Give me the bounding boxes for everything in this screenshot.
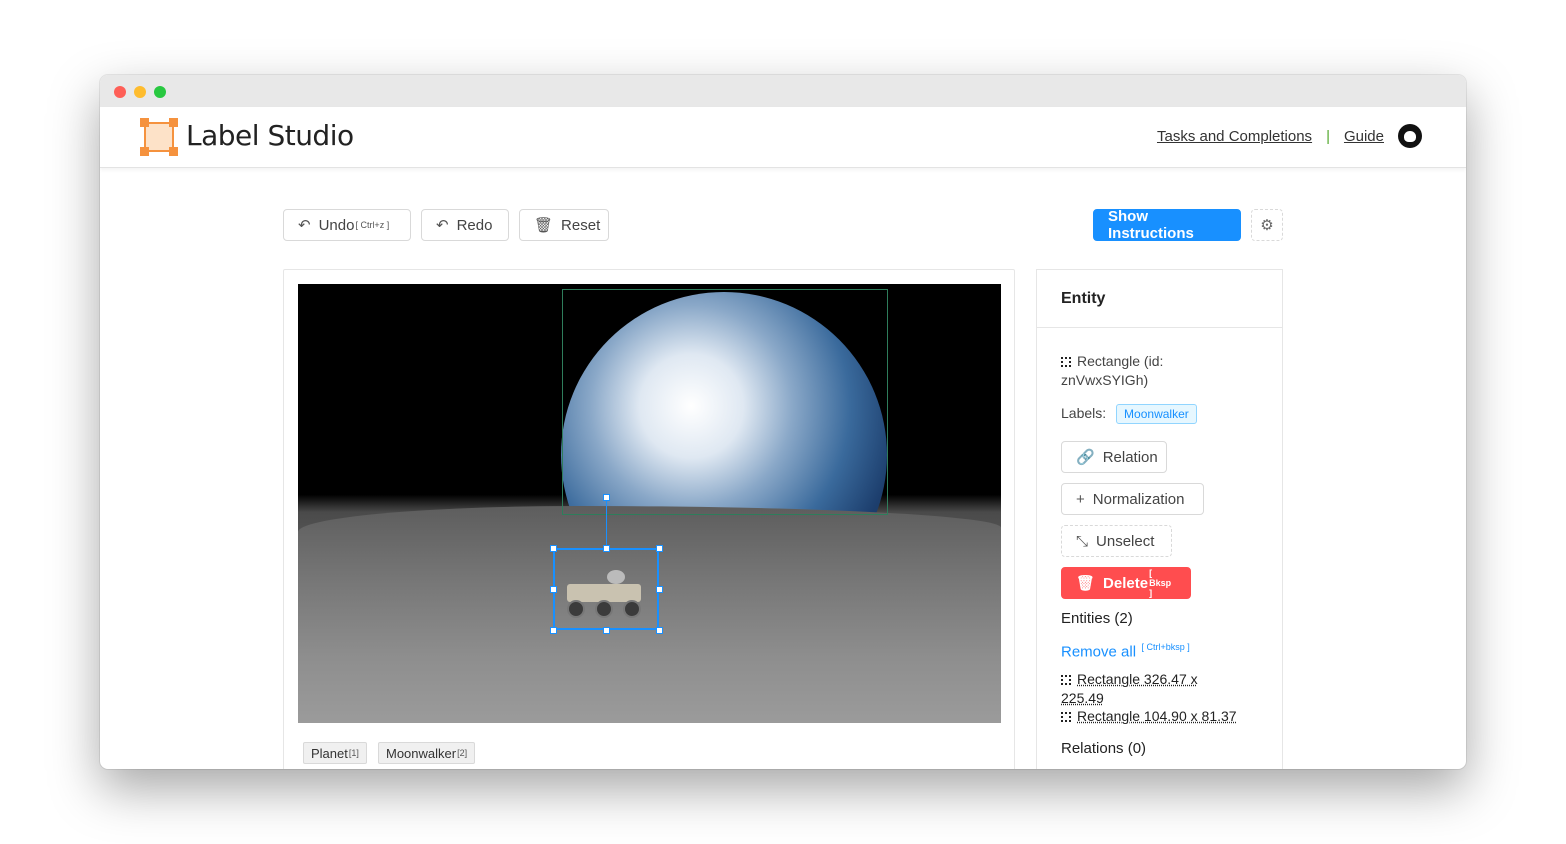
- labels-row: Labels: Moonwalker: [1061, 404, 1197, 424]
- nav-separator: |: [1326, 127, 1330, 145]
- shrink-icon: ⤡: [1076, 532, 1089, 550]
- resize-handle-bottom-left[interactable]: [550, 627, 557, 634]
- labels-prefix: Labels:: [1061, 405, 1107, 421]
- guide-link[interactable]: Guide: [1344, 128, 1384, 145]
- link-icon: 🔗: [1076, 449, 1095, 466]
- relation-label: Relation: [1102, 448, 1158, 466]
- normalization-button[interactable]: + Normalization: [1061, 483, 1204, 515]
- resize-handle-top-right[interactable]: [656, 545, 663, 552]
- moonwalker-bounding-box[interactable]: [553, 548, 659, 630]
- top-navigation: Tasks and Completions | Guide: [1157, 124, 1422, 148]
- resize-handle-right[interactable]: [656, 586, 663, 593]
- minimize-window-button[interactable]: [134, 86, 146, 98]
- remove-all-link[interactable]: Remove all [ Ctrl+bksp ]: [1061, 642, 1190, 661]
- relation-button[interactable]: 🔗 Relation: [1061, 441, 1167, 473]
- remove-all-shortcut: [ Ctrl+bksp ]: [1141, 642, 1190, 652]
- redo-icon: ↶: [436, 217, 449, 234]
- region-line-1: Rectangle (id:: [1077, 353, 1164, 369]
- rotation-handle[interactable]: [603, 494, 610, 501]
- reset-button[interactable]: 🗑 Reset: [519, 209, 609, 241]
- entity-line-2: 225.49: [1061, 690, 1104, 706]
- close-window-button[interactable]: [114, 86, 126, 98]
- entity-line-1: Rectangle 104.90 x 81.37: [1077, 708, 1237, 724]
- maximize-window-button[interactable]: [154, 86, 166, 98]
- label-tag-text: Moonwalker: [386, 745, 457, 761]
- brand-name: Label Studio: [186, 119, 354, 152]
- normalization-label: Normalization: [1092, 490, 1185, 508]
- resize-handle-top[interactable]: [603, 545, 610, 552]
- entity-panel: Entity Rectangle (id: znVwxSYIGh) Labels…: [1036, 269, 1283, 769]
- label-tag-shortcut: [1]: [348, 748, 359, 758]
- show-instructions-label: Show Instructions: [1108, 208, 1194, 242]
- resize-handle-top-left[interactable]: [550, 545, 557, 552]
- selected-label-badge: Moonwalker: [1116, 404, 1197, 424]
- label-tag-planet[interactable]: Planet [1]: [303, 742, 367, 764]
- unselect-label: Unselect: [1096, 532, 1155, 550]
- entity-panel-header: Entity: [1037, 270, 1282, 328]
- settings-button[interactable]: ⚙: [1251, 209, 1283, 241]
- rotation-handle-line: [606, 498, 607, 548]
- trash-icon: 🗑: [534, 217, 554, 234]
- entity-line-1: Rectangle 326.47 x: [1077, 671, 1198, 687]
- github-icon[interactable]: [1398, 124, 1422, 148]
- rectangle-icon: [1061, 357, 1071, 367]
- entities-heading: Entities (2): [1061, 610, 1133, 627]
- app-header: Label Studio Tasks and Completions | Gui…: [100, 107, 1466, 168]
- show-instructions-button[interactable]: Show Instructions: [1093, 208, 1241, 242]
- resize-handle-left[interactable]: [550, 586, 557, 593]
- remove-all-label: Remove all: [1061, 643, 1137, 661]
- entity-list-item[interactable]: Rectangle 104.90 x 81.37: [1061, 708, 1276, 726]
- annotation-image[interactable]: [298, 284, 1001, 723]
- label-tag-moonwalker[interactable]: Moonwalker [2]: [378, 742, 476, 764]
- plus-icon: +: [1076, 490, 1085, 508]
- rectangle-icon: [1061, 712, 1071, 722]
- window-titlebar: [100, 75, 1466, 107]
- undo-button[interactable]: ↶ Undo [ Ctrl+z ]: [283, 209, 411, 241]
- gear-icon: ⚙: [1260, 217, 1274, 234]
- redo-button[interactable]: ↶ Redo: [421, 209, 509, 241]
- relations-heading: Relations (0): [1061, 740, 1147, 757]
- tasks-and-completions-link[interactable]: Tasks and Completions: [1157, 128, 1312, 145]
- label-tag-text: Planet: [311, 745, 348, 761]
- redo-label: Redo: [456, 216, 493, 234]
- browser-window: Label Studio Tasks and Completions | Gui…: [100, 75, 1466, 769]
- planet-bounding-box[interactable]: [562, 289, 888, 515]
- label-studio-logo-icon[interactable]: [140, 118, 178, 156]
- entity-panel-title: Entity: [1061, 290, 1106, 307]
- region-line-2: znVwxSYIGh): [1061, 372, 1149, 388]
- entity-list-item[interactable]: Rectangle 326.47 x 225.49: [1061, 670, 1271, 708]
- rectangle-icon: [1061, 675, 1071, 685]
- resize-handle-bottom-right[interactable]: [656, 627, 663, 634]
- undo-icon: ↶: [298, 217, 311, 234]
- trash-icon: 🗑: [1076, 575, 1096, 592]
- selected-region-info: Rectangle (id: znVwxSYIGh): [1061, 352, 1163, 390]
- delete-shortcut: [ Bksp ]: [1149, 568, 1172, 598]
- resize-handle-bottom[interactable]: [603, 627, 610, 634]
- reset-label: Reset: [561, 216, 601, 234]
- label-tag-shortcut: [2]: [457, 748, 468, 758]
- unselect-button[interactable]: ⤡ Unselect: [1061, 525, 1172, 557]
- delete-button[interactable]: 🗑 Delete [ Bksp ]: [1061, 567, 1191, 599]
- undo-label: Undo: [318, 216, 355, 234]
- undo-shortcut: [ Ctrl+z ]: [355, 220, 390, 230]
- delete-label: Delete: [1103, 574, 1149, 592]
